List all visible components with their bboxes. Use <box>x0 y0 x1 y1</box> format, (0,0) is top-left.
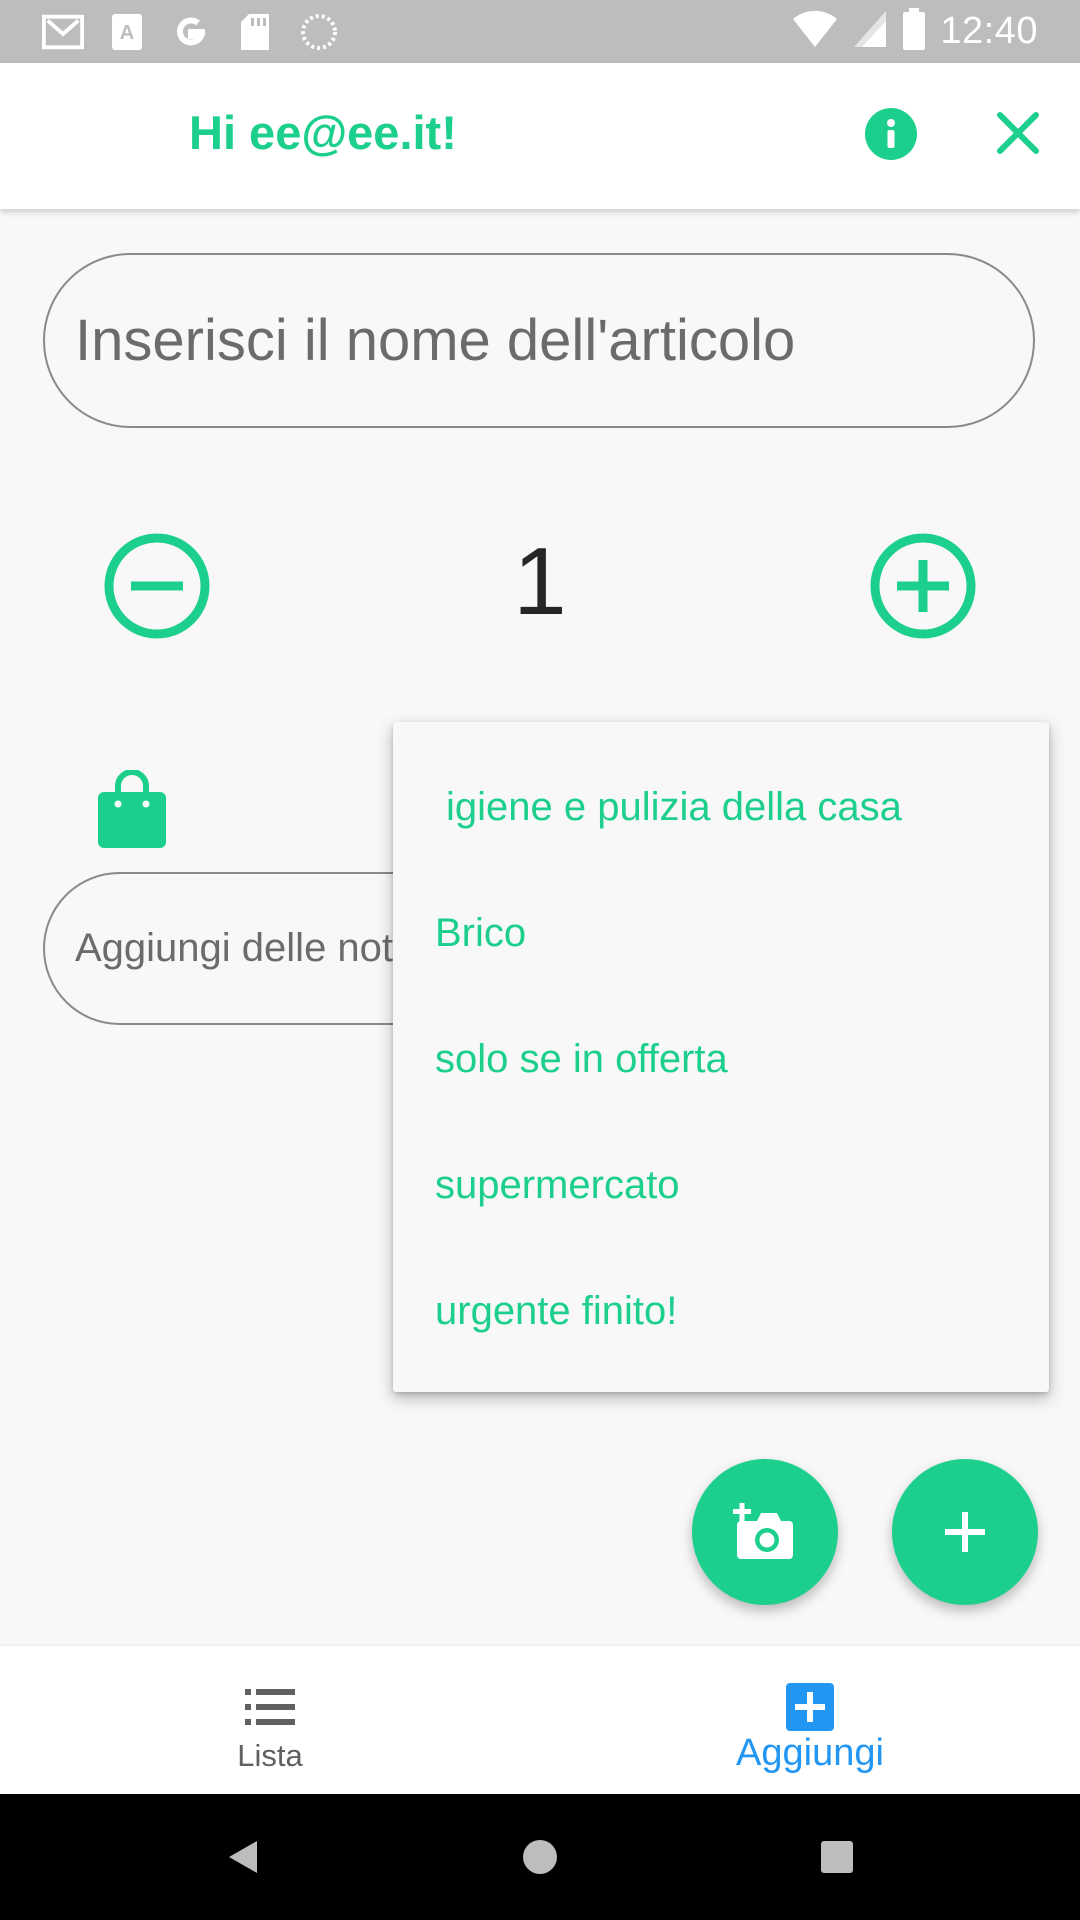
list-icon <box>243 1680 297 1734</box>
greeting-title: Hi ee@ee.it! <box>189 106 457 159</box>
back-button[interactable] <box>218 1832 268 1882</box>
add-photo-button[interactable] <box>692 1459 838 1605</box>
home-button[interactable] <box>515 1832 565 1882</box>
close-icon <box>997 112 1039 154</box>
clock: 12:40 <box>940 9 1038 52</box>
menu-item-offerta[interactable]: solo se in offerta <box>393 996 1049 1122</box>
shopping-bag-icon <box>98 769 166 848</box>
system-status: 12:40 <box>792 7 1038 55</box>
sd-card-icon <box>234 11 276 53</box>
recents-button[interactable] <box>812 1832 862 1882</box>
menu-item-urgente[interactable]: urgente finito! <box>393 1248 1049 1374</box>
minus-circle-icon <box>104 533 210 639</box>
system-navigation-bar <box>0 1794 1080 1920</box>
add-photo-icon <box>733 1503 793 1559</box>
status-bar: A 12:40 <box>0 0 1080 63</box>
item-name-input[interactable] <box>43 253 1035 428</box>
menu-item-brico[interactable]: Brico <box>393 870 1049 996</box>
menu-item-supermercato[interactable]: supermercato <box>393 1122 1049 1248</box>
close-button[interactable] <box>990 105 1046 161</box>
nav-label-lista: Lista <box>237 1738 303 1773</box>
app-bar: Hi ee@ee.it! <box>0 63 1080 209</box>
category-selector[interactable] <box>96 769 168 850</box>
plus-icon <box>945 1512 985 1552</box>
info-icon <box>887 119 895 148</box>
recents-icon <box>821 1841 853 1873</box>
gmail-icon <box>42 11 84 53</box>
svg-text:A: A <box>120 22 134 44</box>
back-icon <box>229 1841 257 1873</box>
add-item-button[interactable] <box>892 1459 1038 1605</box>
nav-item-lista[interactable]: Lista <box>0 1646 540 1794</box>
decrease-quantity-button[interactable] <box>104 533 210 639</box>
font-app-icon: A <box>106 11 148 53</box>
plus-circle-icon <box>870 533 976 639</box>
increase-quantity-button[interactable] <box>870 533 976 639</box>
nav-label-aggiungi: Aggiungi <box>736 1732 884 1774</box>
notification-icons: A <box>42 10 340 53</box>
nav-item-aggiungi[interactable]: Aggiungi <box>540 1646 1080 1794</box>
quantity-value: 1 <box>513 528 567 635</box>
bottom-navigation: Lista Aggiungi <box>0 1646 1080 1794</box>
google-icon <box>170 11 212 53</box>
cell-signal-icon <box>852 9 888 54</box>
add-box-icon <box>783 1680 837 1734</box>
menu-item-igiene[interactable]: igiene e pulizia della casa <box>393 744 1049 870</box>
category-menu: igiene e pulizia della casa Brico solo s… <box>393 722 1049 1392</box>
battery-icon <box>902 7 926 55</box>
wifi-icon <box>792 9 838 54</box>
info-button[interactable] <box>865 108 917 160</box>
sync-icon <box>298 11 340 53</box>
home-icon <box>523 1840 557 1874</box>
